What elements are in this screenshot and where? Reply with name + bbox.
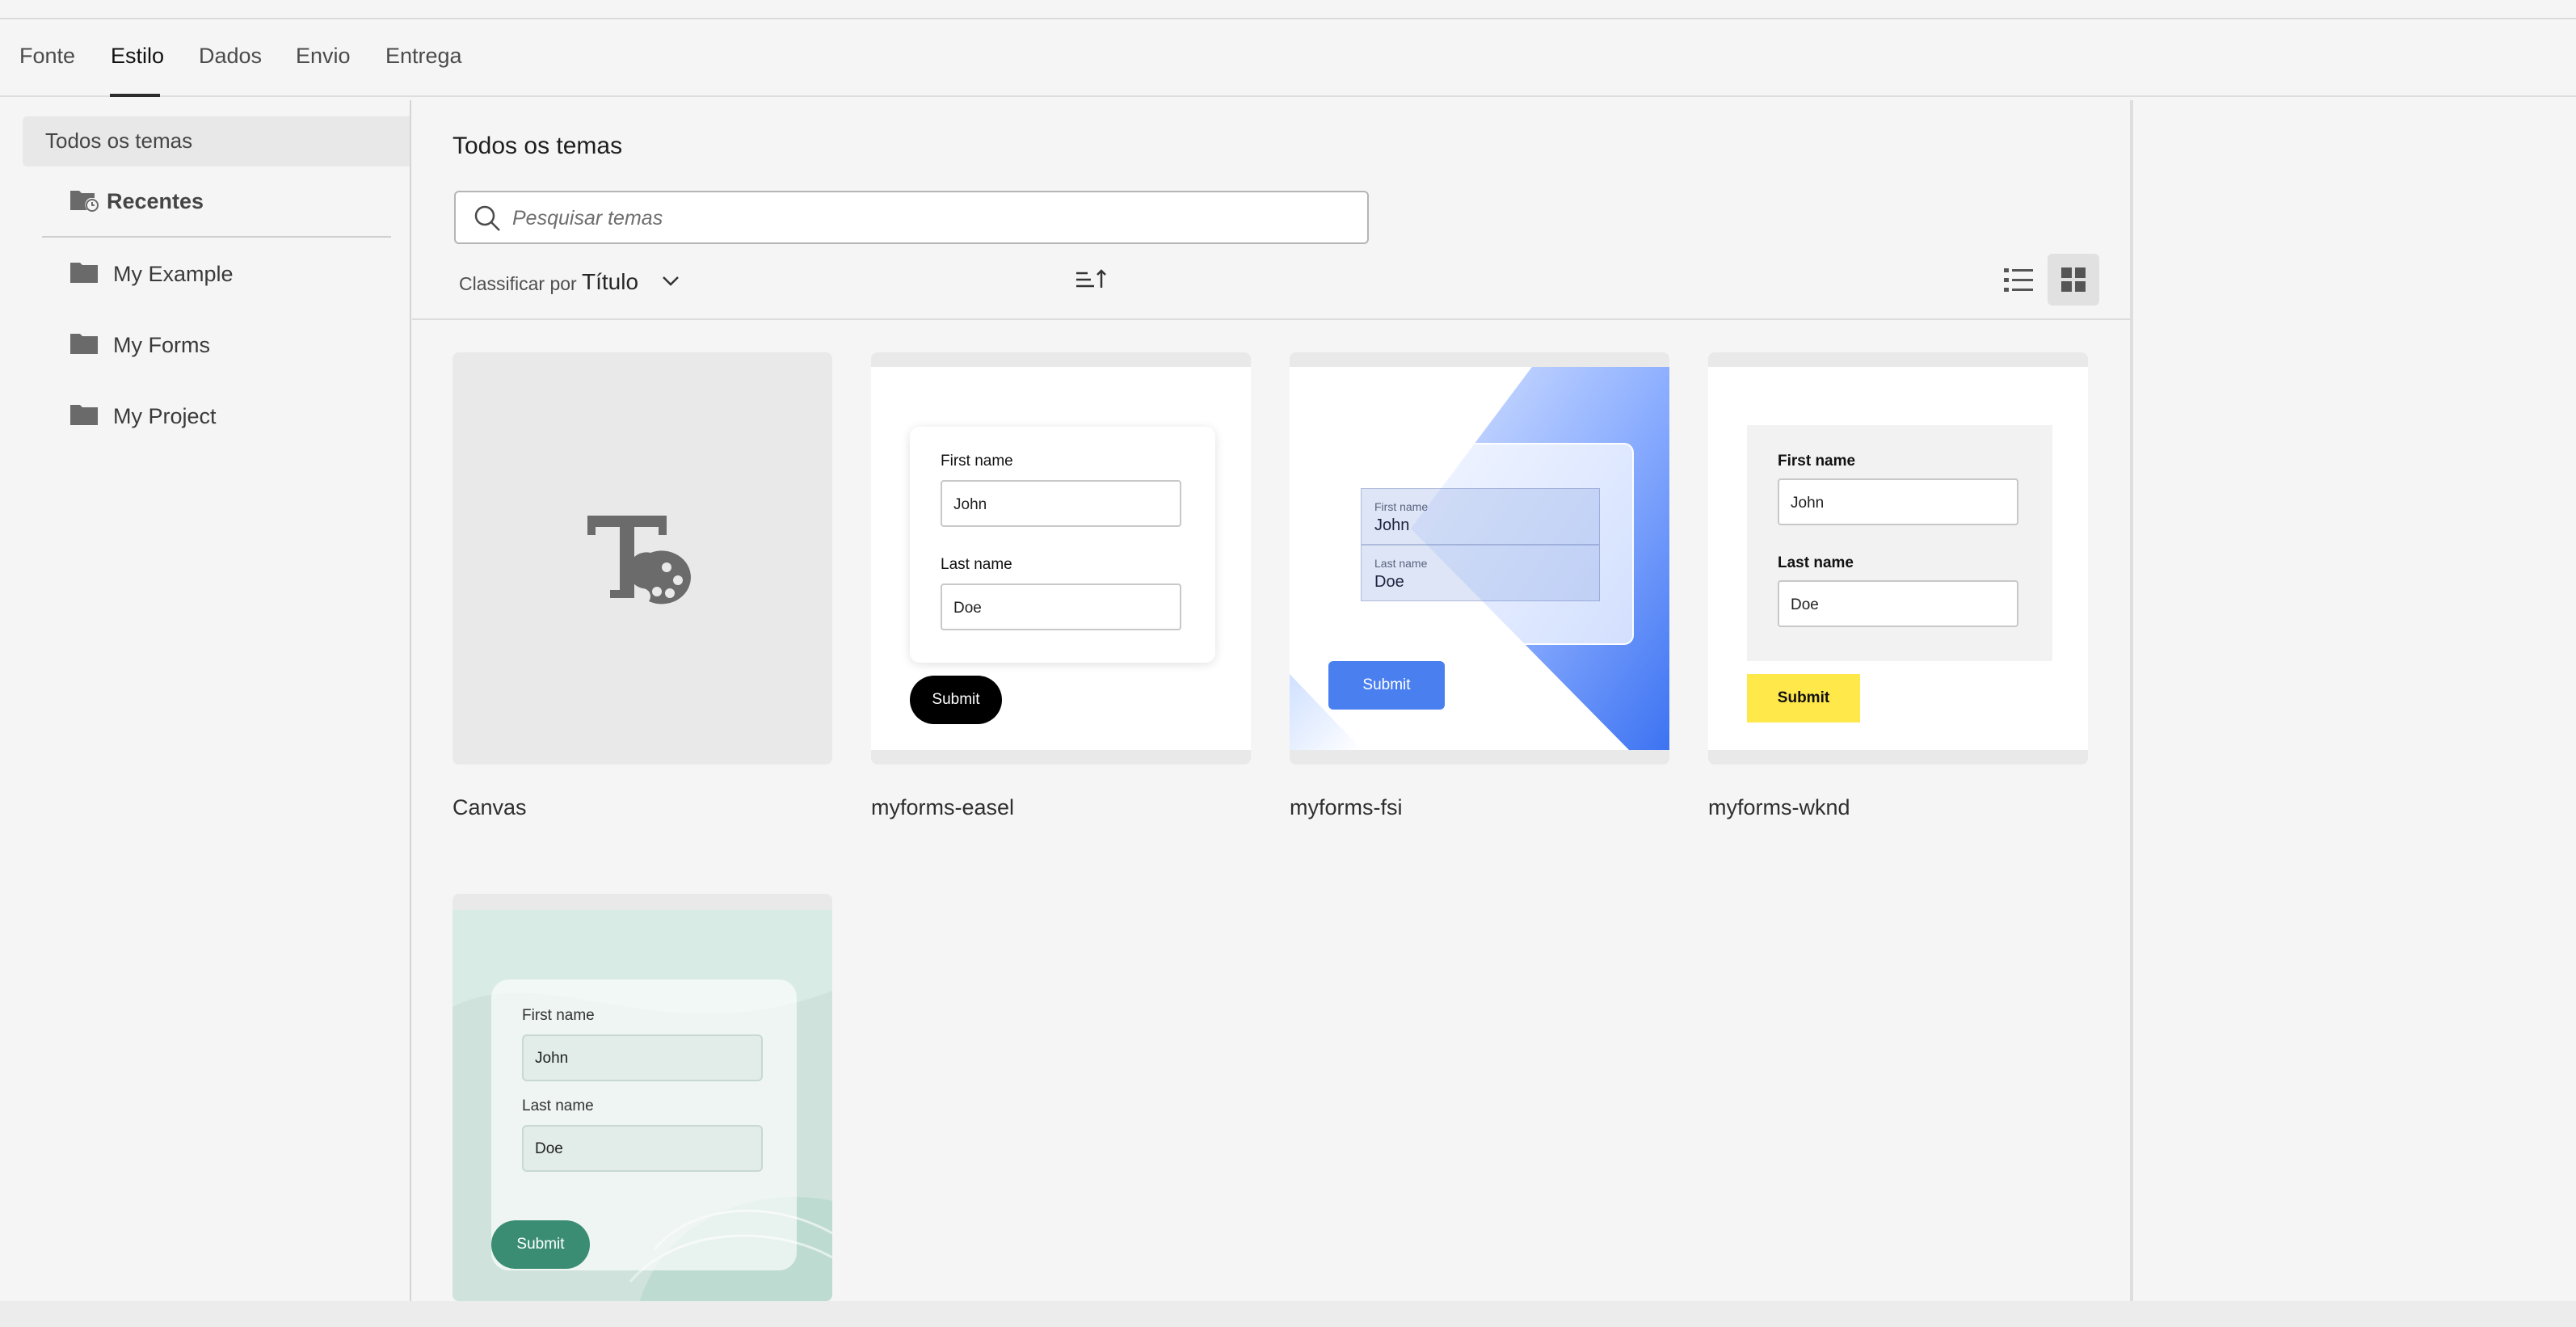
theme-thumbnail: First name John Last name Doe Submit	[871, 352, 1251, 765]
sidebar: Todos os temas Recentes My Example My Fo…	[0, 99, 410, 1301]
preview-form: First name John Last name Doe	[1328, 443, 1634, 645]
theme-name: Canvas	[452, 795, 527, 819]
thumbnail-canvas: First name John Last name Doe Submit	[871, 367, 1251, 750]
sidebar-item-label: My Example	[113, 262, 234, 286]
tab-fonte[interactable]: Fonte	[19, 44, 75, 69]
folder-icon	[70, 334, 98, 354]
preview-last-name-field: Doe	[1778, 580, 2018, 627]
folder-icon	[70, 405, 98, 425]
theme-palette-icon	[587, 516, 691, 605]
search-box	[454, 191, 1369, 244]
preview-last-name-field: Doe	[941, 583, 1181, 630]
grid-view-button[interactable]	[2048, 254, 2099, 305]
preview-field-value: Doe	[1791, 596, 1819, 613]
preview-first-name-field: John	[1778, 478, 2018, 525]
theme-name: myforms-wknd	[1708, 795, 1850, 819]
theme-name: myforms-fsi	[1290, 795, 1403, 819]
preview-field-value: John	[1791, 495, 1825, 512]
tab-bar: Fonte Estilo Dados Envio Entrega	[0, 19, 2576, 97]
preview-last-name-field: Last name Doe	[1361, 545, 1600, 601]
tab-entrega[interactable]: Entrega	[385, 44, 462, 69]
theme-thumbnail: First name John Last name Doe Submit	[452, 894, 832, 1301]
preview-field-value: John	[535, 1050, 569, 1067]
sidebar-item-label: My Forms	[113, 333, 210, 357]
preview-form: First name John Last name Doe	[1747, 425, 2052, 661]
preview-field-value: John	[1374, 516, 1410, 534]
theme-name: myforms-easel	[871, 795, 1015, 819]
grid-view-icon	[2061, 268, 2086, 292]
preview-submit-button: Submit	[1328, 661, 1445, 710]
thumbnail-canvas: First name John Last name Doe Submit	[452, 910, 832, 1301]
preview-field-value: John	[953, 496, 987, 513]
sidebar-item-all-themes[interactable]: Todos os temas	[23, 116, 410, 166]
main-panel: Todos os temas Classificar por Título	[412, 99, 2132, 1301]
bottom-strip	[0, 1301, 2576, 1327]
preview-last-name-label: Last name	[522, 1097, 594, 1114]
preview-field-value: Doe	[1374, 573, 1404, 591]
theme-thumbnail	[452, 352, 832, 765]
preview-last-name-field: Doe	[522, 1125, 763, 1172]
theme-thumbnail: First name John Last name Doe Submit	[1708, 352, 2088, 765]
tab-dados[interactable]: Dados	[199, 44, 262, 69]
preview-first-name-field: John	[522, 1034, 763, 1081]
sidebar-item-label: Recentes	[107, 189, 204, 213]
page-title: Todos os temas	[452, 133, 623, 159]
sort-field-picker[interactable]: Título	[582, 269, 638, 295]
thumbnail-canvas: First name John Last name Doe Submit	[1708, 367, 2088, 750]
sort-direction-icon[interactable]	[1075, 265, 1109, 294]
recent-folder-icon	[70, 191, 99, 212]
tab-estilo[interactable]: Estilo	[111, 44, 164, 69]
preview-first-name-label: First name	[941, 453, 1013, 470]
preview-first-name-field: First name John	[1361, 488, 1600, 545]
preview-field-value: Doe	[953, 600, 982, 617]
active-tab-indicator	[110, 94, 160, 97]
theme-thumbnail: First name John Last name Doe Submit	[1290, 352, 1669, 765]
search-icon	[474, 205, 500, 231]
preview-form: First name John Last name Doe	[910, 427, 1215, 663]
tab-envio[interactable]: Envio	[296, 44, 351, 69]
preview-field-value: Doe	[535, 1140, 563, 1157]
preview-last-name-label: Last name	[1778, 554, 1854, 571]
sidebar-item-label: My Project	[113, 404, 217, 428]
sidebar-divider	[410, 100, 411, 1301]
chevron-down-icon[interactable]	[661, 273, 680, 289]
preview-last-name-label: Last name	[941, 556, 1012, 573]
thumbnail-canvas: First name John Last name Doe Submit	[1290, 367, 1669, 750]
folder-icon	[70, 263, 98, 283]
preview-submit-button: Submit	[910, 676, 1002, 724]
sort-label: Classificar por	[459, 273, 577, 294]
preview-submit-button: Submit	[491, 1220, 590, 1269]
toolbar-separator	[412, 318, 2130, 320]
search-input[interactable]	[512, 200, 1353, 236]
right-panel-divider	[2130, 100, 2133, 1301]
list-view-icon[interactable]	[1996, 257, 2041, 302]
preview-first-name-label: First name	[1778, 453, 1856, 470]
preview-first-name-label: First name	[1374, 500, 1429, 513]
preview-first-name-label: First name	[522, 1007, 595, 1024]
preview-submit-button: Submit	[1747, 674, 1860, 722]
sidebar-separator	[42, 236, 391, 238]
preview-last-name-label: Last name	[1374, 557, 1428, 570]
sidebar-heading: Todos os temas	[45, 128, 193, 153]
preview-first-name-field: John	[941, 480, 1181, 527]
